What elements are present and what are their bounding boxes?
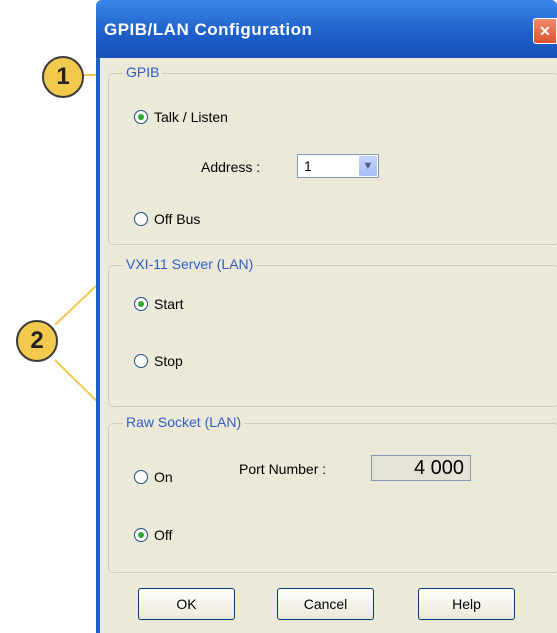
raw-socket-group-label: Raw Socket (LAN)	[123, 414, 245, 430]
raw-off-radio-indicator	[134, 528, 148, 542]
raw-on-label: On	[154, 469, 173, 485]
cancel-button-label: Cancel	[303, 596, 348, 612]
title-bar: GPIB/LAN Configuration ✕	[96, 0, 557, 58]
address-label: Address :	[201, 159, 261, 175]
cancel-button[interactable]: Cancel	[277, 588, 374, 620]
vxi-stop-label: Stop	[154, 353, 183, 369]
off-bus-label: Off Bus	[154, 211, 201, 227]
raw-on-radio-indicator	[134, 470, 148, 484]
port-number-field[interactable]: 4 000	[371, 455, 471, 481]
vxi-stop-radio[interactable]: Stop	[134, 353, 183, 369]
raw-socket-group: Raw Socket (LAN) On Port Number : 4 000 …	[108, 414, 557, 573]
vxi-start-radio-indicator	[134, 297, 148, 311]
gpib-group: GPIB Talk / Listen Address : 1 ▼ Off Bus	[108, 64, 557, 245]
talk-listen-radio[interactable]: Talk / Listen	[134, 109, 228, 125]
callout-1: 1	[42, 56, 84, 98]
port-number-value: 4 000	[413, 457, 464, 479]
dialog-client-area: GPIB Talk / Listen Address : 1 ▼ Off Bus…	[100, 58, 557, 633]
callout-1-number: 1	[56, 63, 70, 90]
ok-button[interactable]: OK	[138, 588, 235, 620]
window-title: GPIB/LAN Configuration	[104, 20, 313, 39]
vxi-start-label: Start	[154, 296, 184, 312]
off-bus-radio[interactable]: Off Bus	[134, 211, 200, 227]
talk-listen-radio-indicator	[134, 110, 148, 124]
help-button-label: Help	[452, 596, 481, 612]
port-number-label: Port Number :	[239, 461, 327, 477]
vxi-stop-radio-indicator	[134, 354, 148, 368]
raw-off-label: Off	[154, 527, 173, 543]
chevron-down-icon: ▼	[359, 156, 377, 176]
off-bus-radio-indicator	[134, 212, 148, 226]
ok-button-label: OK	[176, 596, 197, 612]
address-select[interactable]: 1 ▼	[297, 154, 379, 178]
close-icon: ✕	[539, 23, 551, 39]
vxi11-group-label: VXI-11 Server (LAN)	[123, 256, 257, 272]
talk-listen-label: Talk / Listen	[154, 109, 228, 125]
callout-2-number: 2	[30, 327, 44, 354]
vxi11-server-group: VXI-11 Server (LAN) Start Stop	[108, 256, 557, 407]
vxi-start-radio[interactable]: Start	[134, 296, 184, 312]
raw-off-radio[interactable]: Off	[134, 527, 172, 543]
callout-2: 2	[16, 320, 58, 362]
raw-on-radio[interactable]: On	[134, 469, 173, 485]
close-button[interactable]: ✕	[533, 18, 557, 44]
gpib-group-label: GPIB	[123, 64, 163, 80]
address-value: 1	[304, 158, 312, 174]
gpib-lan-configuration-window: GPIB/LAN Configuration ✕ GPIB Talk / Lis…	[96, 0, 557, 633]
help-button[interactable]: Help	[418, 588, 515, 620]
